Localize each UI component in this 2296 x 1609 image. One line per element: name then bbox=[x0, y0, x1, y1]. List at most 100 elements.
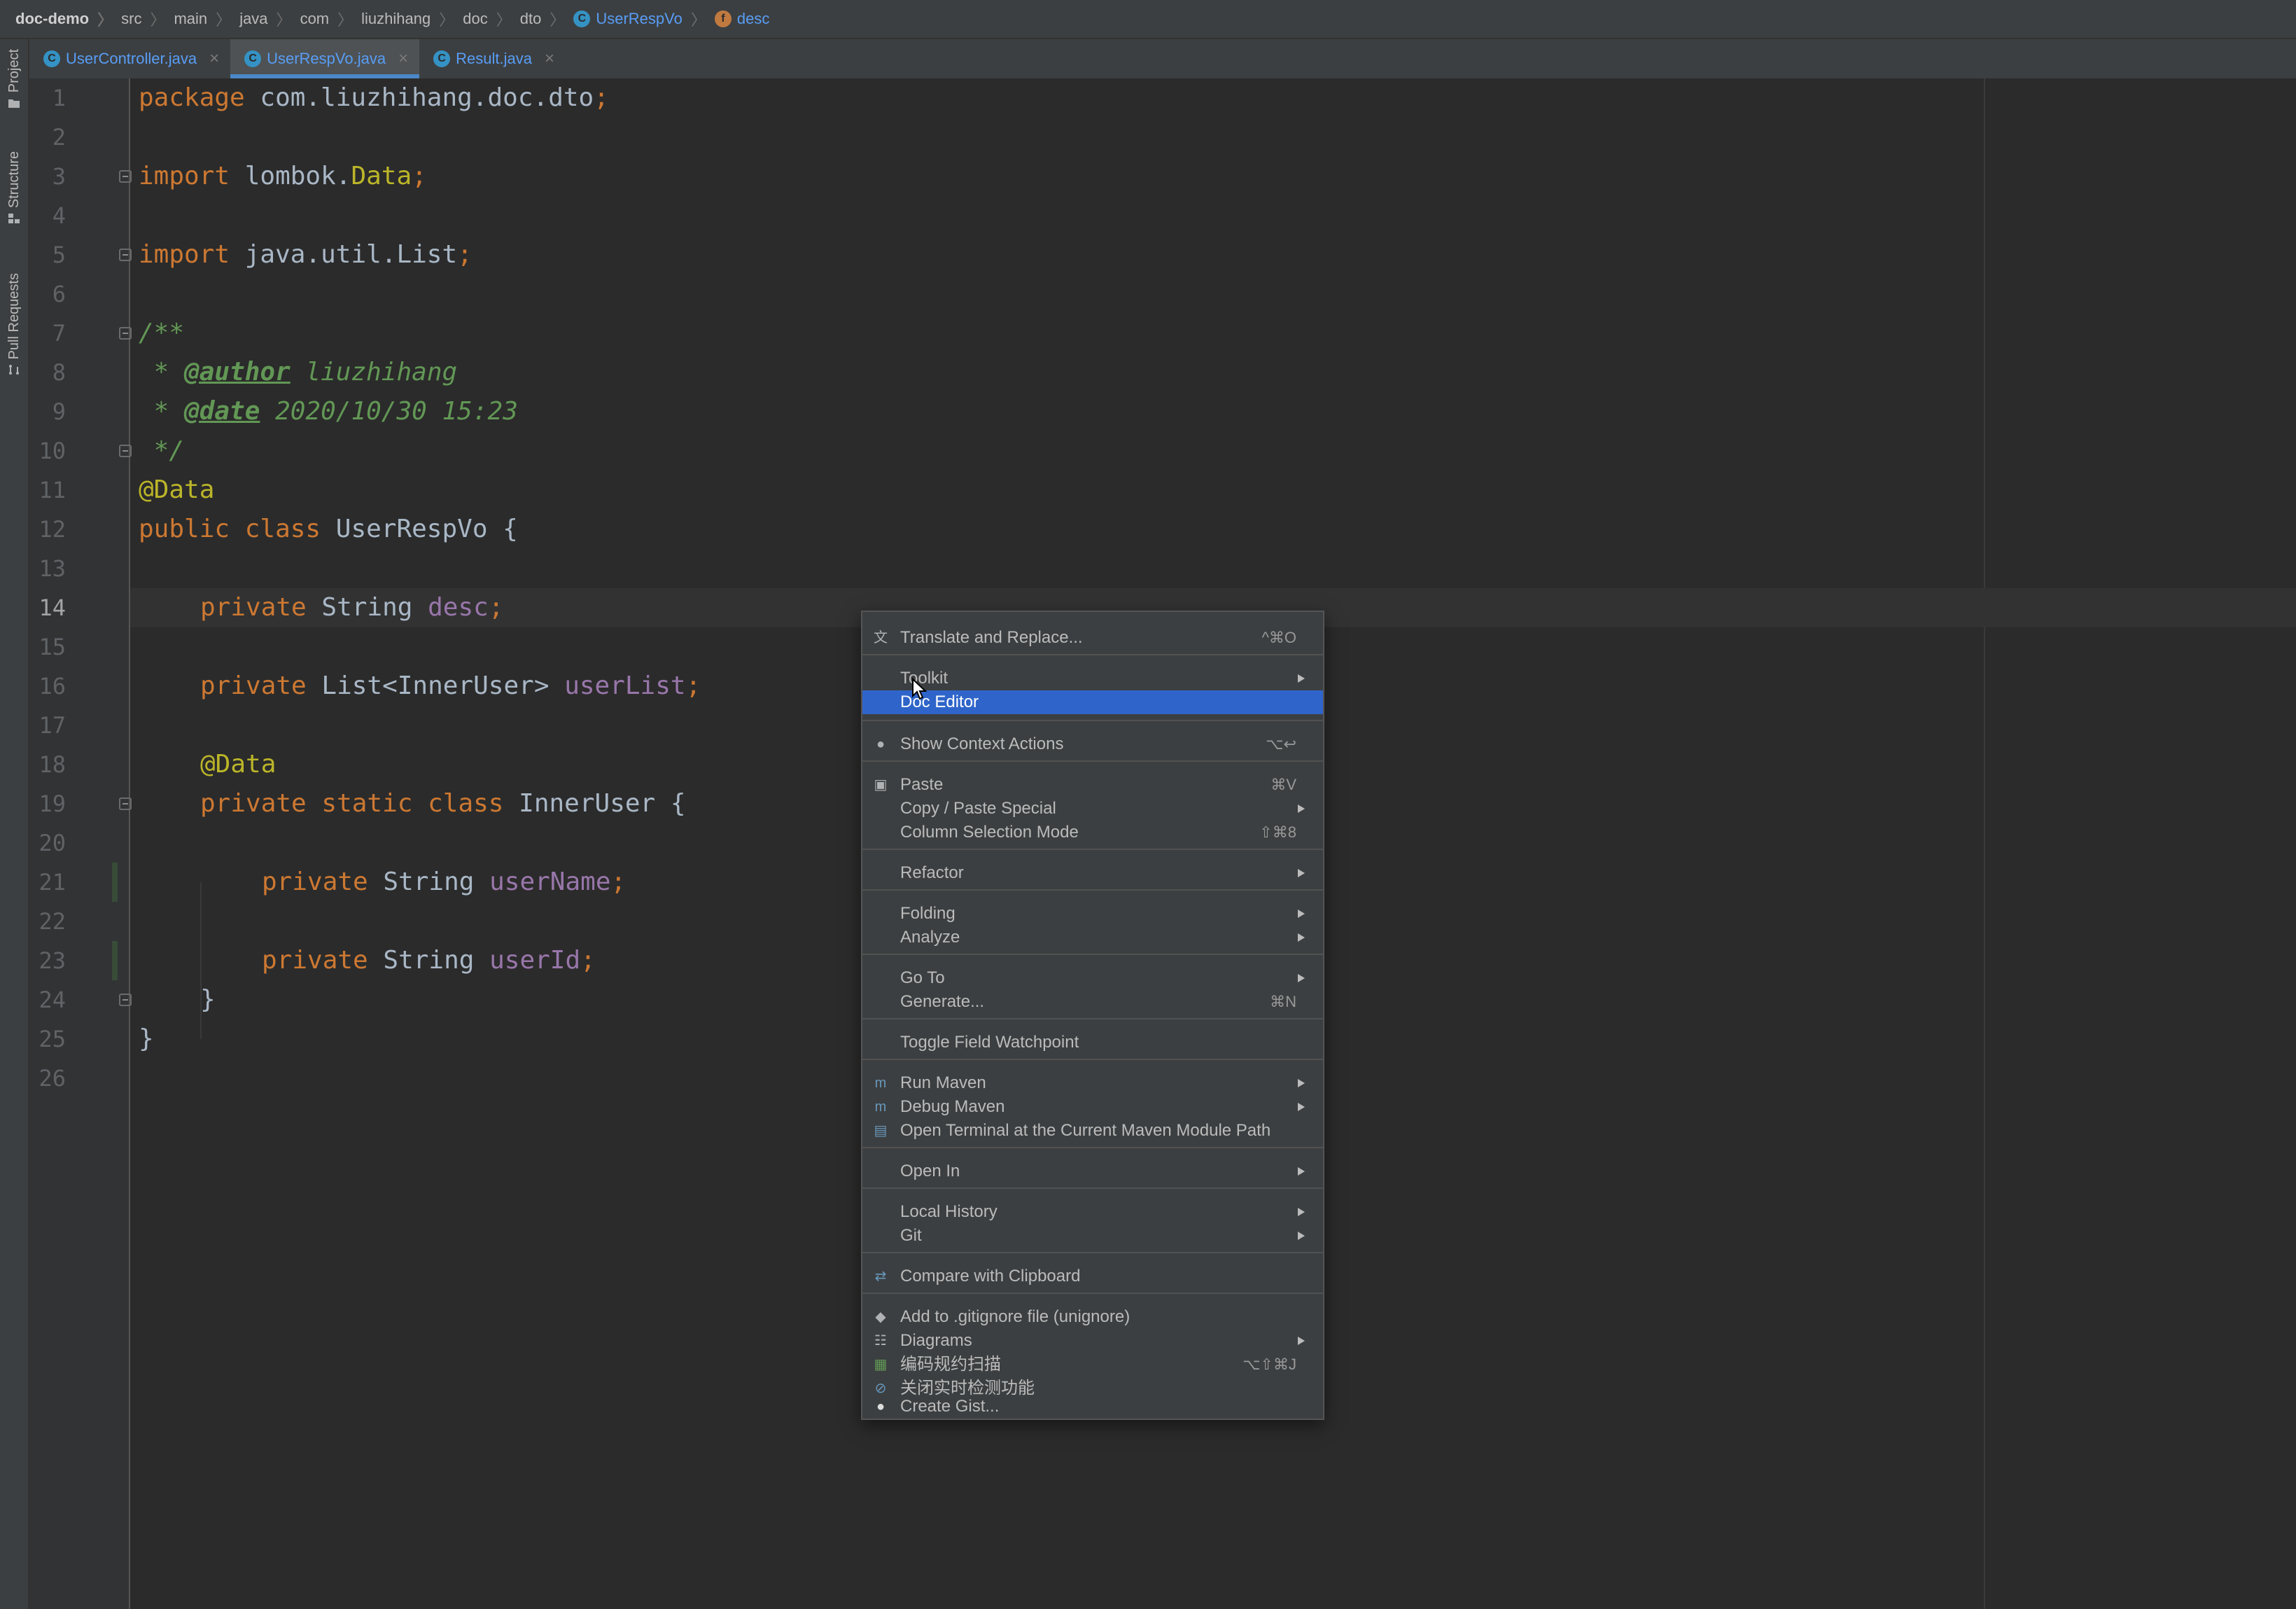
tab-label: UserController.java bbox=[66, 50, 197, 67]
breadcrumb-item[interactable]: main 〉 bbox=[174, 8, 239, 30]
line-number: 26 bbox=[38, 1065, 66, 1092]
doc-comment: liuzhihang bbox=[290, 358, 458, 386]
fold-marker[interactable] bbox=[119, 249, 132, 261]
tool-tab-project[interactable]: Project bbox=[4, 49, 24, 109]
menu-item-debug-maven[interactable]: m Debug Maven bbox=[862, 1095, 1323, 1119]
menu-item-git[interactable]: Git bbox=[862, 1224, 1323, 1248]
tab-userrespvo[interactable]: C UserRespVo.java × bbox=[230, 39, 420, 78]
menu-item-diagrams[interactable]: ☷ Diagrams bbox=[862, 1329, 1323, 1353]
code-punctuation: ; bbox=[580, 946, 596, 975]
editor-tab-bar: C UserController.java × C UserRespVo.jav… bbox=[29, 39, 2296, 80]
breadcrumb-label: liuzhihang bbox=[361, 10, 431, 27]
menu-item-column-selection-mode[interactable]: Column Selection Mode ⇧⌘8 bbox=[862, 821, 1323, 844]
fold-marker[interactable] bbox=[119, 445, 132, 457]
fold-marker[interactable] bbox=[119, 994, 132, 1006]
code-punctuation: ; bbox=[685, 671, 701, 700]
menu-item-toolkit[interactable]: Toolkit bbox=[862, 667, 1323, 690]
menu-item-shortcut: ^⌘O bbox=[1261, 629, 1296, 646]
navigation-breadcrumb: doc-demo 〉 src 〉 main 〉 java 〉 com 〉 liuzhiha… bbox=[0, 0, 2296, 39]
breadcrumb-item[interactable]: dto 〉 bbox=[520, 8, 574, 30]
menu-item-folding[interactable]: Folding bbox=[862, 902, 1323, 926]
menu-item-copy-paste-special[interactable]: Copy / Paste Special bbox=[862, 797, 1323, 821]
submenu-arrow-icon bbox=[1298, 933, 1305, 942]
code-text: String bbox=[368, 868, 490, 896]
tool-tab-pull-requests[interactable]: Pull Requests bbox=[4, 273, 24, 375]
menu-item-label: Translate and Replace... bbox=[900, 628, 1083, 647]
line-number: 10 bbox=[38, 438, 66, 464]
menu-item-label: Folding bbox=[900, 904, 955, 923]
line-number: 21 bbox=[38, 869, 66, 896]
code-line: private String userId; bbox=[262, 941, 596, 980]
menu-item-show-context-actions[interactable]: ● Show Context Actions ⌥↩ bbox=[862, 732, 1323, 756]
menu-item-refactor[interactable]: Refactor bbox=[862, 861, 1323, 885]
breadcrumb-label: doc bbox=[463, 10, 488, 27]
code-line: * @date 2020/10/30 15:23 bbox=[139, 392, 518, 431]
line-number: 5 bbox=[52, 242, 66, 268]
breadcrumb-item[interactable]: java 〉 bbox=[239, 8, 300, 30]
menu-item-generate[interactable]: Generate... ⌘N bbox=[862, 990, 1323, 1014]
chevron-right-icon: 〉 bbox=[496, 11, 512, 29]
code-text: List<InnerUser> bbox=[306, 671, 565, 700]
menu-item-run-maven[interactable]: m Run Maven bbox=[862, 1071, 1323, 1095]
menu-item-label: Analyze bbox=[900, 928, 960, 947]
breadcrumb-class[interactable]: C UserRespVo 〉 bbox=[573, 8, 715, 30]
tool-tab-label: Pull Requests bbox=[6, 273, 22, 360]
menu-item-label: Paste bbox=[900, 775, 944, 794]
menu-item-paste[interactable]: ▣ Paste ⌘V bbox=[862, 773, 1323, 797]
close-icon[interactable]: × bbox=[209, 49, 219, 69]
menu-item-label: Column Selection Mode bbox=[900, 823, 1079, 842]
fold-marker[interactable] bbox=[119, 170, 132, 183]
close-icon[interactable]: × bbox=[545, 49, 554, 69]
chevron-right-icon: 〉 bbox=[550, 11, 566, 29]
menu-separator bbox=[862, 760, 1323, 762]
tab-label: Result.java bbox=[456, 50, 532, 67]
vcs-change-marker[interactable] bbox=[112, 941, 118, 980]
tool-tab-label: Project bbox=[6, 49, 22, 93]
field-name: userList bbox=[564, 671, 686, 700]
menu-item-open-terminal-maven[interactable]: ▤ Open Terminal at the Current Maven Mod… bbox=[862, 1119, 1323, 1143]
menu-item-label: 编码规约扫描 bbox=[900, 1355, 1001, 1374]
vcs-change-marker[interactable] bbox=[112, 863, 118, 902]
tool-tab-structure[interactable]: Structure bbox=[4, 151, 24, 224]
breadcrumb-item[interactable]: liuzhihang 〉 bbox=[361, 8, 463, 30]
menu-item-label: Diagrams bbox=[900, 1331, 972, 1350]
menu-item-compare-with-clipboard[interactable]: ⇄ Compare with Clipboard bbox=[862, 1265, 1323, 1288]
menu-item-doc-editor[interactable]: Doc Editor bbox=[862, 690, 1323, 714]
tab-result[interactable]: C Result.java × bbox=[419, 39, 566, 78]
class-icon: C bbox=[43, 50, 60, 67]
fold-marker[interactable] bbox=[119, 327, 132, 340]
menu-item-add-to-gitignore[interactable]: ◆ Add to .gitignore file (unignore) bbox=[862, 1305, 1323, 1329]
menu-item-shortcut: ⌘V bbox=[1270, 776, 1296, 793]
menu-item-translate-and-replace[interactable]: 文 Translate and Replace... ^⌘O bbox=[862, 626, 1323, 650]
line-number: 23 bbox=[38, 947, 66, 974]
doc-tag: @date bbox=[184, 397, 260, 426]
fold-marker[interactable] bbox=[119, 797, 132, 810]
breadcrumb-item[interactable]: src 〉 bbox=[121, 8, 174, 30]
menu-item-analyze[interactable]: Analyze bbox=[862, 926, 1323, 949]
close-icon[interactable]: × bbox=[398, 49, 408, 69]
tab-usercontroller[interactable]: C UserController.java × bbox=[29, 39, 230, 78]
menu-item-open-in[interactable]: Open In bbox=[862, 1159, 1323, 1183]
line-number: 4 bbox=[52, 202, 66, 229]
breadcrumb-item[interactable]: com 〉 bbox=[300, 8, 362, 30]
menu-item-create-gist[interactable]: ● Create Gist... bbox=[862, 1395, 1323, 1419]
breadcrumb-project[interactable]: doc-demo 〉 bbox=[15, 8, 121, 30]
code-punctuation: ; bbox=[412, 162, 427, 190]
maven-run-icon: m bbox=[874, 1075, 887, 1091]
menu-item-shortcut: ⌥↩ bbox=[1266, 735, 1296, 753]
menu-item-toggle-field-watchpoint[interactable]: Toggle Field Watchpoint bbox=[862, 1031, 1323, 1054]
chevron-right-icon: 〉 bbox=[97, 11, 113, 29]
menu-item-label: Open In bbox=[900, 1162, 960, 1180]
menu-item-label: Generate... bbox=[900, 992, 985, 1011]
code-text: InnerUser { bbox=[503, 789, 686, 818]
submenu-arrow-icon bbox=[1298, 910, 1305, 918]
menu-item-local-history[interactable]: Local History bbox=[862, 1200, 1323, 1224]
menu-item-shortcut: ⇧⌘8 bbox=[1259, 823, 1296, 841]
breadcrumb-item[interactable]: doc 〉 bbox=[463, 8, 520, 30]
menu-item-go-to[interactable]: Go To bbox=[862, 966, 1323, 990]
breadcrumb-field[interactable]: f desc bbox=[714, 10, 769, 28]
lightbulb-icon: ● bbox=[876, 737, 886, 752]
submenu-arrow-icon bbox=[1298, 804, 1305, 813]
menu-item-code-scan[interactable]: ▦ 编码规约扫描 ⌥⇧⌘J bbox=[862, 1353, 1323, 1377]
class-icon: C bbox=[433, 50, 451, 67]
